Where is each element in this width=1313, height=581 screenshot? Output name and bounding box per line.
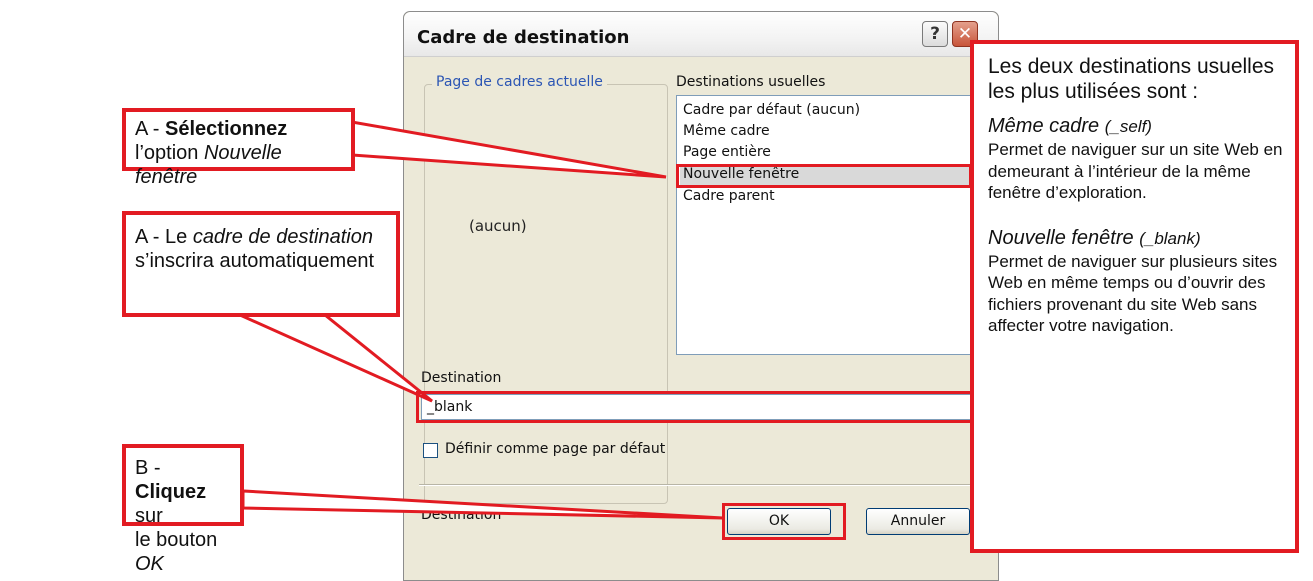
help-button[interactable]: ? bbox=[922, 21, 948, 47]
list-item-parent-frame[interactable]: Cadre parent bbox=[683, 186, 775, 207]
dialog-window: Cadre de destination ? ✕ Page de cadres … bbox=[403, 11, 999, 581]
info-same-frame-title: Même cadre (_self) bbox=[988, 115, 1152, 137]
usual-destinations-list[interactable]: Cadre par défaut (aucun) Même cadre Page… bbox=[676, 95, 976, 355]
list-item-same-frame[interactable]: Même cadre bbox=[683, 121, 770, 142]
info-panel: Les deux destinations usuelles les plus … bbox=[970, 40, 1299, 553]
info-intro: Les deux destinations usuelles les plus … bbox=[988, 55, 1275, 103]
button-separator bbox=[419, 484, 979, 486]
destination-label-visible: Destination bbox=[421, 370, 502, 386]
callout-destination-frame: A - Le cadre de destination s’inscrira a… bbox=[122, 211, 400, 317]
usual-destinations-label: Destinations usuelles bbox=[676, 74, 826, 90]
default-page-checkbox-label: Définir comme page par défaut bbox=[445, 441, 666, 457]
cancel-button[interactable]: Annuler bbox=[866, 508, 970, 535]
info-new-window-title: Nouvelle fenêtre (_blank) bbox=[988, 226, 1201, 249]
highlight-destination bbox=[416, 391, 976, 423]
list-item-whole-page[interactable]: Page entière bbox=[683, 142, 771, 163]
title-bar[interactable]: Cadre de destination ? ✕ bbox=[404, 12, 998, 57]
info-new-window-body: Permet de naviguer sur plusieurs sites W… bbox=[988, 251, 1278, 336]
highlight-ok bbox=[722, 503, 846, 540]
current-frames-value: (aucun) bbox=[469, 217, 527, 235]
highlight-new-window bbox=[676, 164, 972, 188]
default-page-checkbox[interactable] bbox=[423, 443, 438, 458]
info-same-frame-body: Permet de naviguer sur un site Web en de… bbox=[988, 140, 1283, 202]
list-item-default-frame[interactable]: Cadre par défaut (aucun) bbox=[683, 100, 860, 121]
current-frames-label: Page de cadres actuelle bbox=[432, 74, 607, 90]
help-icon: ? bbox=[930, 24, 940, 44]
callout-select-option: A - Sélectionnez l’option Nouvelle fenêt… bbox=[122, 108, 355, 188]
callout-click-ok: B - Cliquez sur le bouton OK bbox=[122, 444, 244, 575]
dialog-title: Cadre de destination bbox=[417, 27, 630, 48]
